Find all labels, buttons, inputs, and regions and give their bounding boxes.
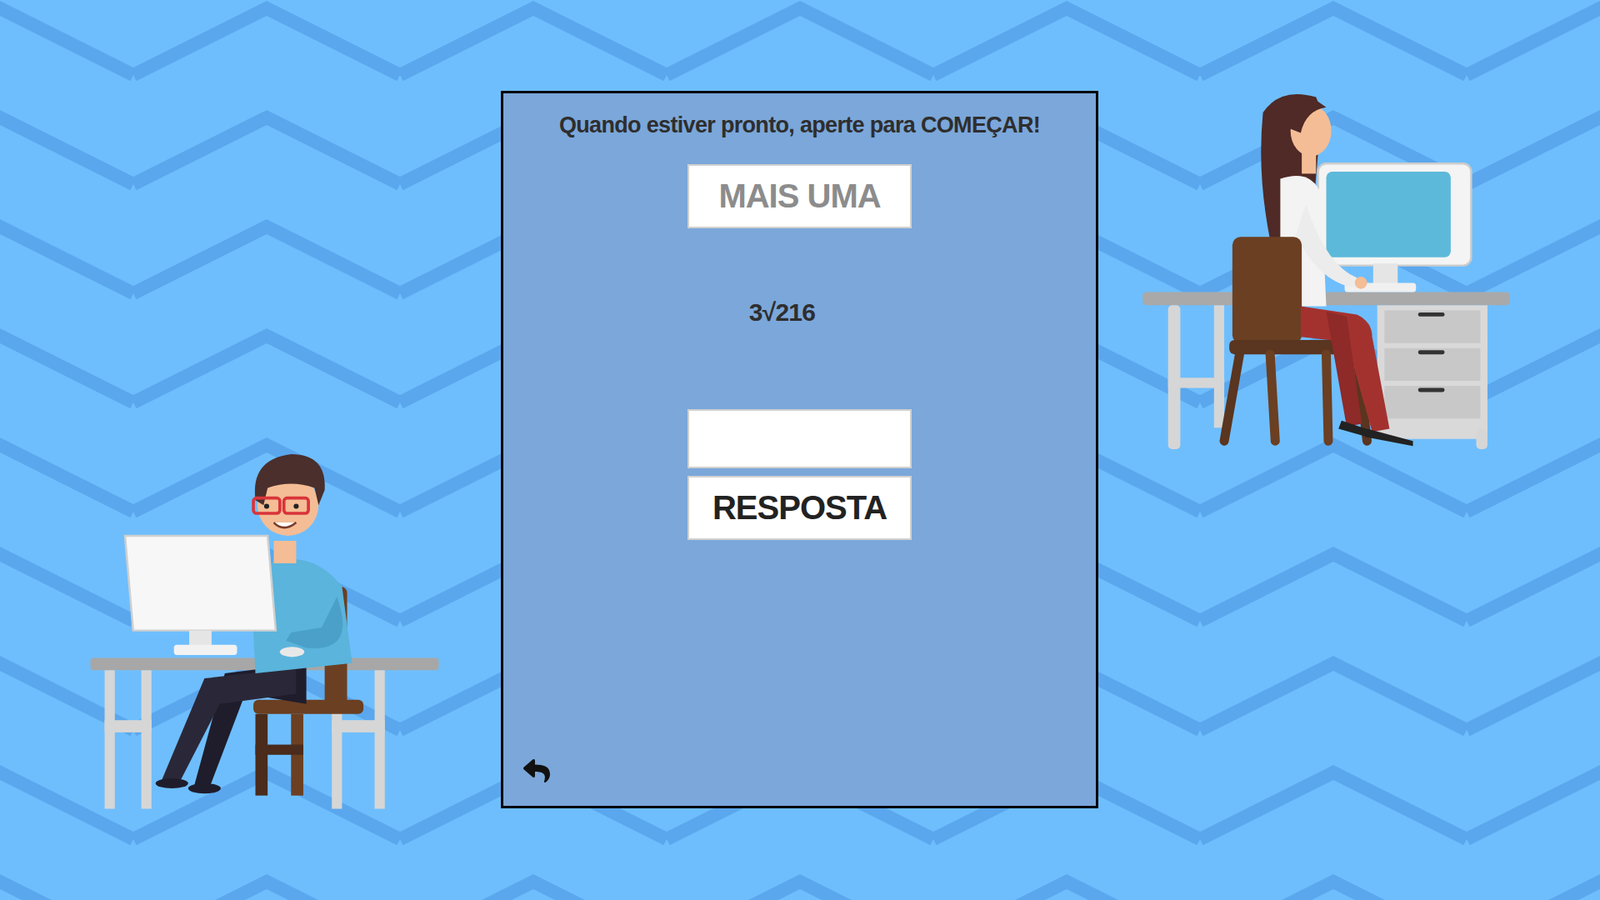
back-button[interactable] <box>520 754 554 788</box>
answer-button[interactable]: RESPOSTA <box>687 475 912 540</box>
man-at-desk-illustration <box>90 449 440 811</box>
prompt-text: Quando estiver pronto, aperte para COMEÇ… <box>559 93 1040 143</box>
layout: Quando estiver pronto, aperte para COMEÇ… <box>0 0 1600 900</box>
left-column <box>0 0 501 900</box>
question-text: 3√216 <box>749 293 815 331</box>
quiz-panel: Quando estiver pronto, aperte para COMEÇ… <box>500 90 1099 809</box>
back-arrow-icon <box>523 757 550 785</box>
more-button[interactable]: MAIS UMA <box>687 164 912 229</box>
woman-at-desk-illustration <box>1142 90 1510 450</box>
app: Quando estiver pronto, aperte para COMEÇ… <box>0 0 1600 900</box>
answer-input[interactable] <box>687 409 912 469</box>
right-column <box>1098 0 1600 900</box>
